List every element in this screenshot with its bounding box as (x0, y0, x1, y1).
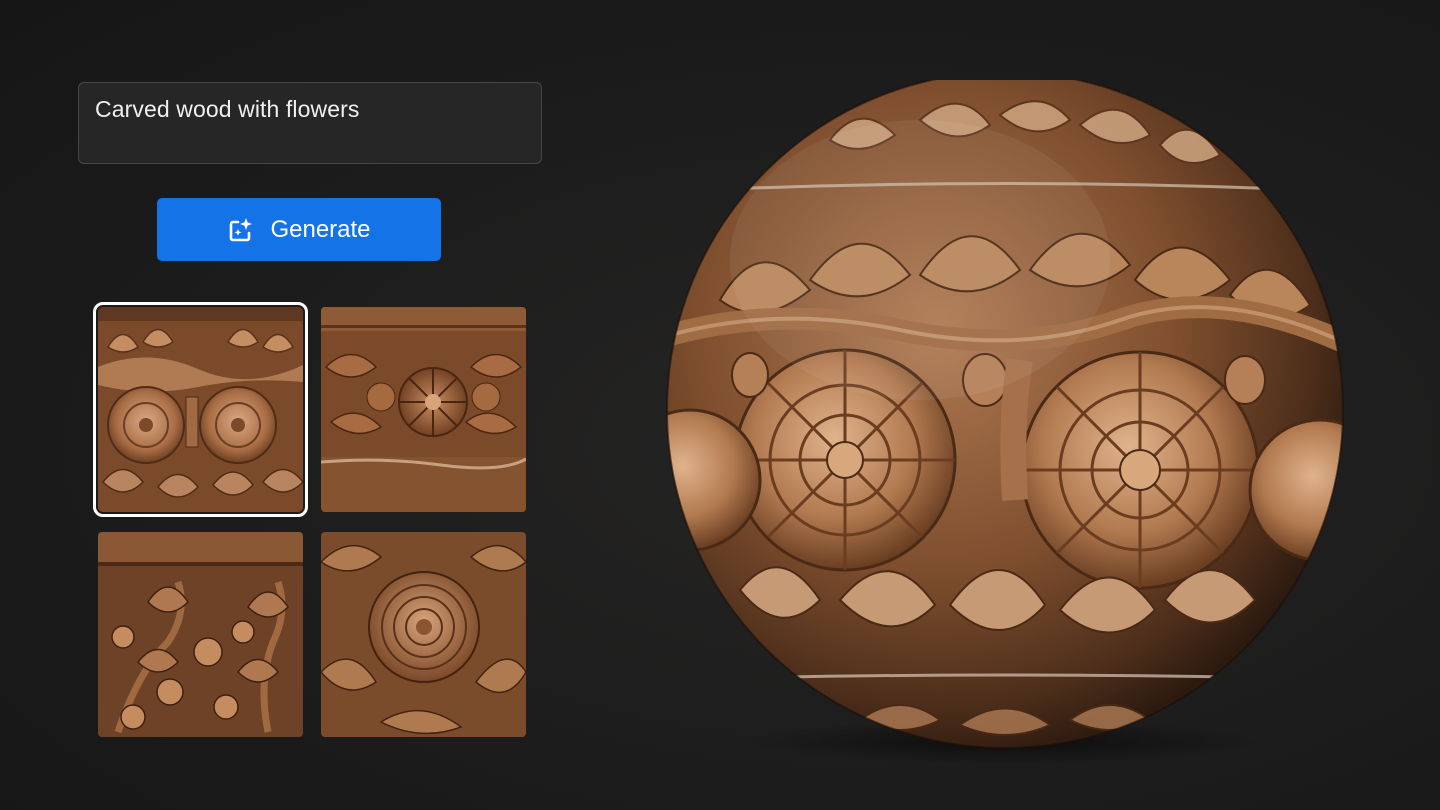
generate-button[interactable]: Generate (157, 198, 441, 261)
result-thumbnail-4[interactable] (321, 532, 526, 737)
result-thumbnail-2[interactable] (321, 307, 526, 512)
material-preview-sphere[interactable] (660, 80, 1350, 770)
material-generator-view: Carved wood with flowers Generate (0, 0, 1440, 810)
generate-label: Generate (270, 215, 371, 243)
sparkle-image-icon (227, 216, 255, 244)
prompt-text: Carved wood with flowers (95, 96, 360, 122)
prompt-input[interactable]: Carved wood with flowers (78, 82, 542, 164)
result-thumbnail-3[interactable] (98, 532, 303, 737)
result-thumbnail-1[interactable] (93, 302, 308, 517)
